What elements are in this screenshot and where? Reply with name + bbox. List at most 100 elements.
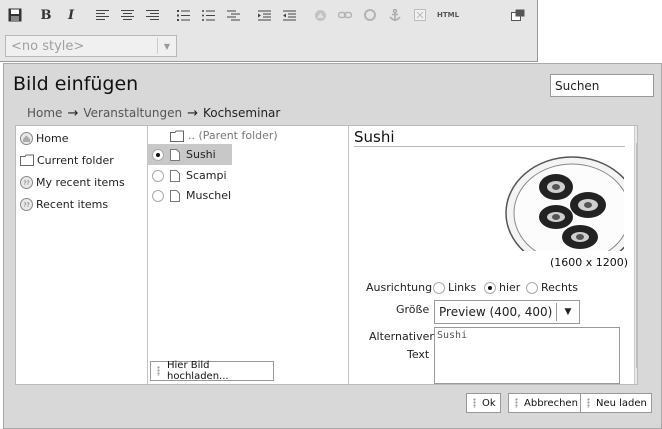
- breadcrumb: Home → Veranstaltungen → Kochseminar: [27, 106, 285, 121]
- document-icon: [170, 148, 180, 161]
- list-item[interactable]: Scampi: [148, 165, 232, 186]
- arrow-right-icon: →: [187, 106, 198, 121]
- alignment-option-hier[interactable]: hier: [484, 281, 520, 294]
- unlink-icon[interactable]: [359, 4, 381, 26]
- alignment-option-rechts[interactable]: Rechts: [526, 281, 578, 294]
- radio-icon[interactable]: [526, 281, 538, 294]
- table-icon[interactable]: [409, 4, 431, 26]
- alignment-option-links[interactable]: Links: [433, 281, 476, 294]
- recent-items-icon: ??: [20, 197, 33, 211]
- scroll-down-icon[interactable]: ▼: [635, 368, 637, 384]
- folder-icon: [20, 154, 34, 166]
- style-select[interactable]: <no style> ▼: [5, 35, 177, 57]
- file-radio[interactable]: [152, 189, 164, 202]
- image-preview: [500, 155, 624, 251]
- breadcrumb-home[interactable]: Home: [27, 106, 62, 121]
- nav-item-label: My recent items: [36, 175, 125, 189]
- insert-image-icon[interactable]: [309, 4, 331, 26]
- bold-icon[interactable]: B: [35, 4, 57, 26]
- recent-items-icon: ??: [20, 175, 33, 189]
- reload-button[interactable]: Neu laden: [580, 393, 652, 413]
- upload-image-label: Hier Bild hochladen...: [167, 360, 229, 382]
- toolbar-buttons: B I HTML: [4, 4, 465, 26]
- grip-icon: [587, 398, 590, 408]
- alignment-label: Ausrichtung: [366, 281, 433, 294]
- nav-item-label: Current folder: [37, 153, 114, 167]
- navigation-panel: Home Current folder ?? My recent items ?…: [16, 126, 148, 384]
- alignment-option-label: Rechts: [541, 281, 578, 294]
- chevron-down-icon[interactable]: ▼: [557, 307, 579, 317]
- save-icon[interactable]: [4, 4, 26, 26]
- grip-icon: [473, 398, 476, 408]
- folder-icon: [170, 130, 184, 142]
- italic-icon[interactable]: I: [60, 4, 82, 26]
- insert-image-dialog: Bild einfügen Home → Veranstaltungen → K…: [3, 63, 662, 429]
- nav-item-recent-items[interactable]: ?? Recent items: [20, 195, 108, 213]
- document-icon: [170, 189, 180, 202]
- nav-item-label: Recent items: [36, 197, 109, 211]
- parent-folder-label: .. (Parent folder): [188, 129, 278, 142]
- search-input[interactable]: [550, 74, 654, 97]
- unordered-list-icon[interactable]: [197, 4, 219, 26]
- file-radio[interactable]: [152, 148, 164, 161]
- alt-text-label: Alternativer: [369, 330, 434, 343]
- file-label: Scampi: [186, 169, 227, 182]
- reload-button-label: Neu laden: [596, 397, 647, 409]
- scrollbar[interactable]: ▲ ▼: [634, 126, 637, 384]
- radio-icon[interactable]: [484, 281, 496, 294]
- alignment-option-label: hier: [499, 281, 521, 294]
- nav-item-home[interactable]: Home: [20, 129, 68, 147]
- radio-icon[interactable]: [433, 281, 445, 294]
- cancel-button-label: Abbrechen: [524, 397, 578, 409]
- preview-panel: Sushi (1600 x 1200) Ausrichtung Links hi…: [349, 126, 637, 384]
- file-browser: Home Current folder ?? My recent items ?…: [15, 125, 638, 385]
- chevron-down-icon[interactable]: ▼: [158, 42, 176, 51]
- alignment-option-label: Links: [448, 281, 477, 294]
- nav-item-current-folder[interactable]: Current folder: [20, 151, 114, 169]
- list-item[interactable]: Muschel: [148, 185, 232, 206]
- upload-image-button[interactable]: Hier Bild hochladen...: [150, 360, 274, 382]
- dialog-title: Bild einfügen: [13, 73, 139, 95]
- file-list: .. (Parent folder) Sushi Scampi Muschel …: [148, 126, 349, 384]
- grip-icon: [157, 366, 160, 376]
- svg-text:??: ??: [23, 202, 29, 209]
- editor-toolbar: B I HTML <no style> ▼: [0, 0, 538, 62]
- outdent-icon[interactable]: [278, 4, 300, 26]
- alt-text-field[interactable]: Sushi: [434, 327, 620, 384]
- size-select-value: Preview (400, 400): [439, 305, 553, 319]
- preview-title: Sushi: [354, 128, 395, 146]
- align-right-icon[interactable]: [141, 4, 163, 26]
- nav-item-my-recent-items[interactable]: ?? My recent items: [20, 173, 125, 191]
- scrollbar-thumb[interactable]: [636, 143, 637, 368]
- document-icon: [170, 169, 180, 182]
- file-label: Muschel: [186, 189, 232, 202]
- image-dimensions: (1600 x 1200): [550, 256, 629, 269]
- maximize-icon[interactable]: [511, 9, 525, 21]
- ok-button[interactable]: Ok: [466, 393, 501, 413]
- align-center-icon[interactable]: [116, 4, 138, 26]
- scroll-up-icon[interactable]: ▲: [635, 126, 637, 142]
- file-label: Sushi: [186, 148, 216, 161]
- svg-text:??: ??: [23, 180, 29, 187]
- ordered-list-icon[interactable]: [172, 4, 194, 26]
- cancel-button[interactable]: Abbrechen: [508, 393, 583, 413]
- arrow-right-icon: →: [67, 106, 79, 121]
- home-icon: [20, 131, 33, 145]
- indent-icon[interactable]: [253, 4, 275, 26]
- anchor-icon[interactable]: [384, 4, 406, 26]
- align-left-icon[interactable]: [91, 4, 113, 26]
- list-item[interactable]: Sushi: [148, 144, 232, 165]
- parent-folder-link[interactable]: .. (Parent folder): [170, 129, 278, 142]
- link-icon[interactable]: [334, 4, 356, 26]
- alt-text-label-line2: Text: [407, 348, 430, 361]
- ok-button-label: Ok: [482, 397, 496, 409]
- file-radio[interactable]: [152, 169, 164, 182]
- html-icon[interactable]: HTML: [434, 4, 462, 26]
- breadcrumb-veranstaltungen[interactable]: Veranstaltungen: [83, 106, 182, 121]
- grip-icon: [515, 398, 518, 408]
- style-select-value: <no style>: [11, 38, 85, 54]
- size-label: Größe: [396, 303, 430, 316]
- definition-list-icon[interactable]: [222, 4, 244, 26]
- breadcrumb-kochseminar: Kochseminar: [202, 106, 281, 120]
- size-select[interactable]: Preview (400, 400) ▼: [434, 300, 580, 324]
